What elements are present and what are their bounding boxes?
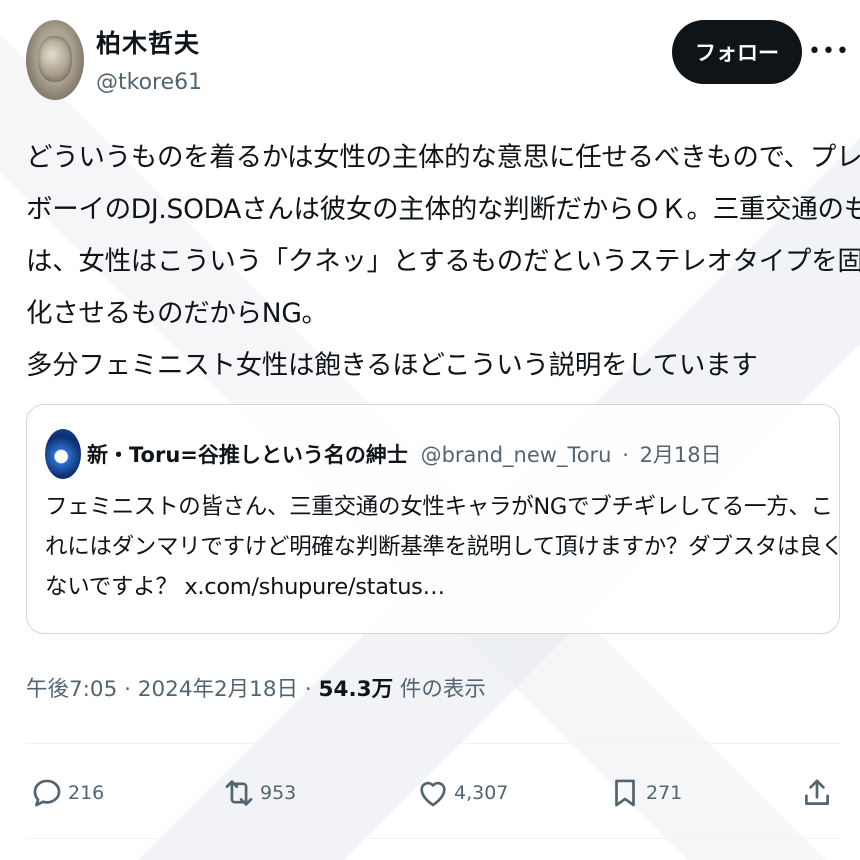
reply-icon [33,779,61,807]
share-icon [805,779,829,805]
quoted-avatar [45,429,81,479]
tweet-text-line: どういうものを着るかは女性の主体的な意思に任せるべきもので、プレイ [26,142,860,173]
bookmark-count: 271 [646,782,683,804]
reply-button[interactable]: 216 [30,772,104,814]
quoted-tweet[interactable]: 新・Toru=谷推しという名の紳士 @brand_new_Toru · 2月18… [26,404,844,634]
quoted-header: 新・Toru=谷推しという名の紳士 @brand_new_Toru · 2月18… [87,439,722,469]
views-label: 件の表示 [393,677,486,702]
divider [26,838,840,839]
tweet: 柏木哲夫 @tkore61 フォロー ••• どういうものを着るかは女性の主体的… [0,0,860,860]
bookmark-button[interactable]: 271 [608,772,682,814]
quoted-text: フェミニストの皆さん、三重交通の女性キャラがNGでブチギレしてる一方、こ れには… [45,487,844,607]
views-count: 54.3万 [318,677,394,702]
quoted-text-line: れにはダンマリですけど明確な判断基準を説明して頂けますか？ダブスタは良く [45,534,844,560]
tweet-text-line: 多分フェミニスト女性は飽きるほどこういう説明をしています [26,350,758,381]
tweet-text: どういうものを着るかは女性の主体的な意思に任せるべきもので、プレイ ボーイのDJ… [26,132,860,392]
retweet-count: 953 [260,782,297,804]
more-options-icon[interactable]: ••• [808,34,849,68]
divider [26,743,840,744]
quoted-separator: · [622,443,629,467]
quoted-display-name: 新・Toru=谷推しという名の紳士 [87,443,408,467]
quoted-handle: @brand_new_Toru [420,443,612,467]
heart-icon [420,781,446,807]
retweet-icon [225,780,253,806]
bookmark-icon [615,779,635,807]
author-display-name[interactable]: 柏木哲夫 [96,24,200,60]
tweet-meta: 午後7:05 · 2024年2月18日 · 54.3万 件の表示 [26,672,486,703]
author-handle[interactable]: @tkore61 [96,70,202,95]
retweet-button[interactable]: 953 [222,772,296,814]
tweet-text-line: は、女性はこういう「クネッ」とするものだというステレオタイプを固定 [26,246,860,277]
quoted-date: 2月18日 [639,443,722,467]
quoted-text-line: ないですよ？ x.com/shupure/status… [45,574,445,600]
follow-button[interactable]: フォロー [672,20,802,84]
share-button[interactable] [800,772,834,814]
avatar[interactable] [26,20,84,100]
avatar-image [38,36,72,82]
tweet-text-line: ボーイのDJ.SODAさんは彼女の主体的な判断だからＯＫ。三重交通のもの [26,194,860,225]
tweet-text-line: 化させるものだからNG。 [26,298,328,329]
timestamp[interactable]: 午後7:05 · 2024年2月18日 · [26,677,319,702]
like-button[interactable]: 4,307 [416,772,508,814]
reply-count: 216 [68,782,105,804]
quoted-text-line: フェミニストの皆さん、三重交通の女性キャラがNGでブチギレしてる一方、こ [45,494,833,520]
like-count: 4,307 [454,782,509,804]
